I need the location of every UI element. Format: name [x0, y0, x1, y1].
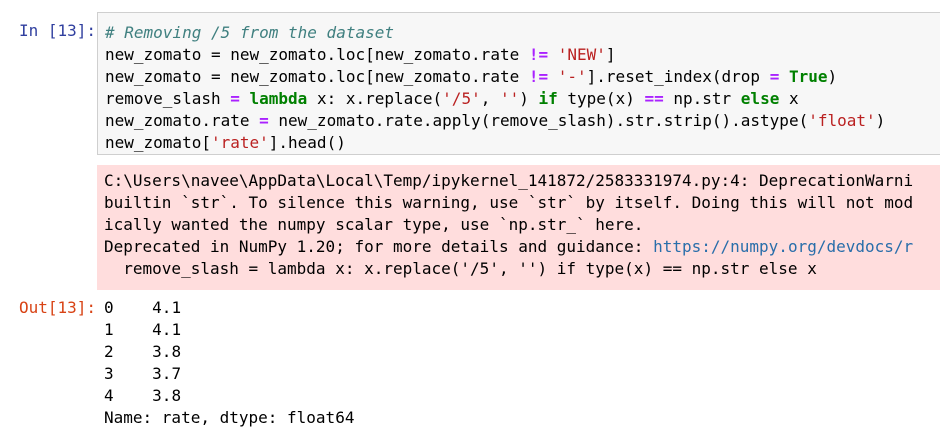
- code-input-area[interactable]: # Removing /5 from the dataset new_zomat…: [97, 12, 940, 155]
- numpy-docs-link[interactable]: https://numpy.org/devdocs/r: [653, 237, 913, 256]
- code-token: type(x): [557, 89, 645, 108]
- code-line-4: remove_slash = lambda x: x.replace('/5',…: [105, 89, 799, 108]
- code-operator: !=: [528, 45, 549, 64]
- output-row-1: 1 4.1: [104, 320, 181, 339]
- code-string: '': [499, 89, 520, 108]
- warning-line-4: Deprecated in NumPy 1.20; for more detai…: [104, 237, 913, 256]
- input-prompt: In [13]:: [18, 21, 96, 40]
- row-index: 2: [104, 342, 114, 361]
- code-token: new_zomato[: [105, 133, 211, 152]
- warning-line-5: remove_slash = lambda x: x.replace('/5',…: [104, 259, 817, 278]
- code-token: ): [875, 111, 886, 130]
- stderr-output: C:\Users\navee\AppData\Local\Temp/ipyker…: [97, 165, 940, 290]
- code-token: remove_slash: [105, 89, 231, 108]
- code-string: 'float': [808, 111, 876, 130]
- row-index: 0: [104, 298, 114, 317]
- code-token: ].head(): [268, 133, 346, 152]
- code-token: x: [779, 89, 799, 108]
- code-editor[interactable]: # Removing /5 from the dataset new_zomat…: [98, 13, 940, 154]
- code-token: new_zomato.rate: [105, 111, 260, 130]
- code-line-6: new_zomato['rate'].head(): [105, 133, 346, 152]
- code-string: 'NEW': [557, 45, 606, 64]
- code-string: 'rate': [210, 133, 269, 152]
- warning-line-1: C:\Users\navee\AppData\Local\Temp/ipyker…: [104, 171, 914, 190]
- code-keyword: else: [740, 89, 780, 108]
- code-operator: =: [230, 89, 240, 108]
- code-comment: # Removing /5 from the dataset: [105, 23, 394, 42]
- warning-line-3: ically wanted the numpy scalar type, use…: [104, 215, 644, 234]
- code-operator: !=: [528, 67, 549, 86]
- row-value: 3.8: [152, 342, 182, 361]
- code-string: '-': [557, 67, 587, 86]
- output-row-4: 4 3.8: [104, 386, 181, 405]
- code-token: new_zomato.rate.apply(remove_slash).str.…: [268, 111, 809, 130]
- code-token: ): [519, 89, 539, 108]
- code-token: ): [827, 67, 838, 86]
- code-operator: =: [259, 111, 269, 130]
- code-operator: =: [769, 67, 780, 86]
- code-keyword: if: [538, 89, 558, 108]
- code-token: ,: [480, 89, 500, 108]
- output-row-0: 0 4.1: [104, 298, 181, 317]
- code-operator: ==: [644, 89, 664, 108]
- code-token: new_zomato = new_zomato.loc[new_zomato.r…: [105, 45, 529, 64]
- code-line-5: new_zomato.rate = new_zomato.rate.apply(…: [105, 111, 885, 130]
- code-line-2: new_zomato = new_zomato.loc[new_zomato.r…: [105, 45, 616, 64]
- row-value: 3.8: [152, 386, 182, 405]
- code-keyword: True: [788, 67, 828, 86]
- warning-text: C:\Users\navee\AppData\Local\Temp/ipyker…: [97, 165, 940, 280]
- row-index: 3: [104, 364, 114, 383]
- row-value: 3.7: [152, 364, 182, 383]
- code-line-3: new_zomato = new_zomato.loc[new_zomato.r…: [105, 67, 837, 86]
- code-line-1: # Removing /5 from the dataset: [105, 23, 394, 42]
- code-token: ]: [605, 45, 616, 64]
- row-value: 4.1: [152, 298, 182, 317]
- code-token: np.str: [663, 89, 741, 108]
- series-output: 0 4.1 1 4.1 2 3.8 3 3.7 4 3.8 Name: rate…: [97, 297, 940, 429]
- row-index: 4: [104, 386, 114, 405]
- code-token: x: x.replace(: [307, 89, 443, 108]
- code-string: '/5': [442, 89, 481, 108]
- warning-line-4-text: Deprecated in NumPy 1.20; for more detai…: [104, 237, 654, 256]
- code-token: ].reset_index(drop: [586, 67, 770, 86]
- row-value: 4.1: [152, 320, 182, 339]
- output-row-2: 2 3.8: [104, 342, 181, 361]
- output-prompt: Out[13]:: [18, 298, 96, 317]
- result-output: 0 4.1 1 4.1 2 3.8 3 3.7 4 3.8 Name: rate…: [97, 297, 940, 437]
- row-index: 1: [104, 320, 114, 339]
- output-footer: Name: rate, dtype: float64: [104, 408, 355, 427]
- warning-line-2: builtin `str`. To silence this warning, …: [104, 193, 914, 212]
- output-row-3: 3 3.7: [104, 364, 181, 383]
- code-keyword: lambda: [249, 89, 308, 108]
- code-token: new_zomato = new_zomato.loc[new_zomato.r…: [105, 67, 529, 86]
